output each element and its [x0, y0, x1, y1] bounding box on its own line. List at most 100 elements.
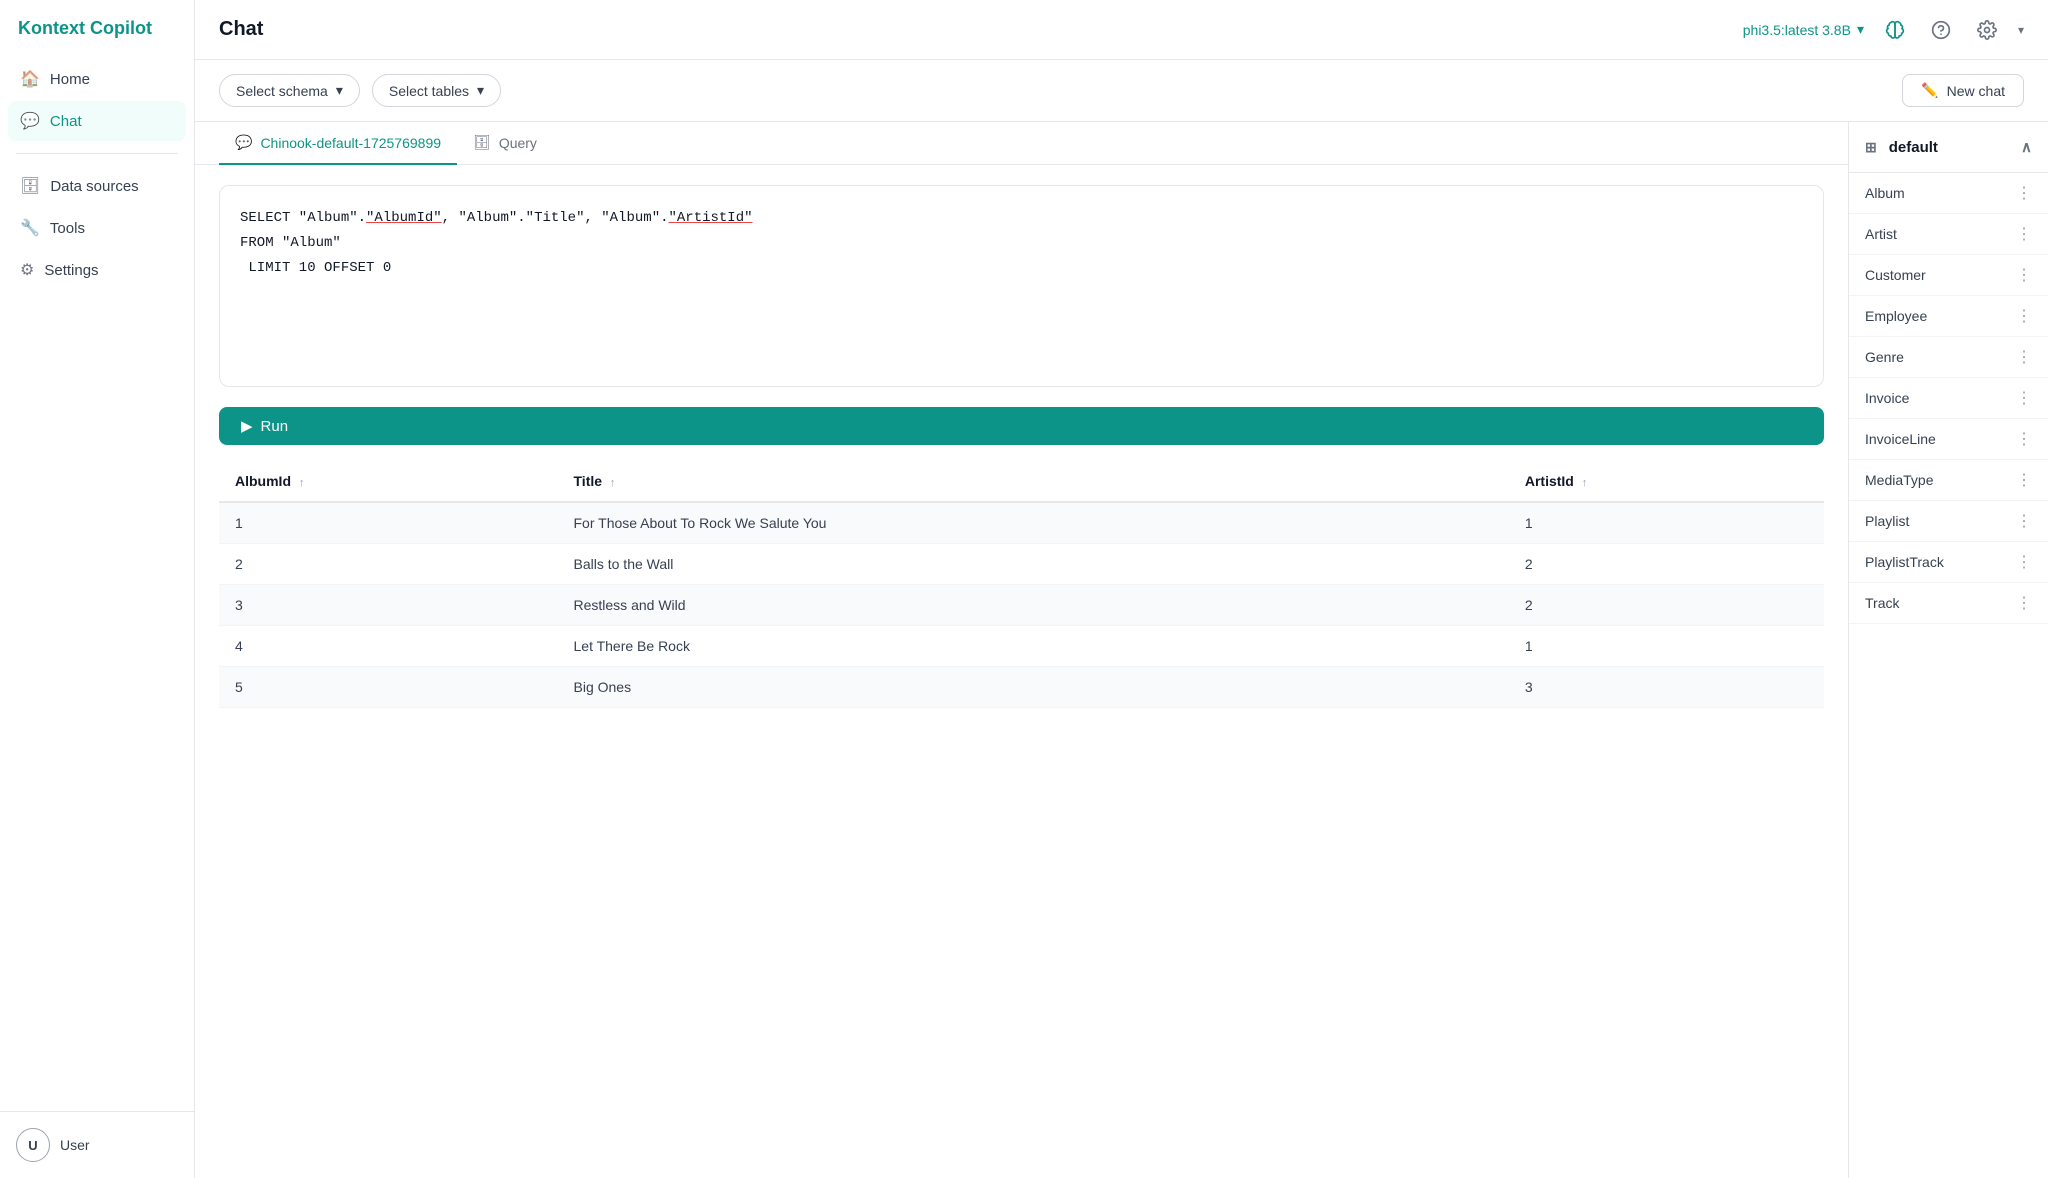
tables-list: Album⋮Artist⋮Customer⋮Employee⋮Genre⋮Inv… [1849, 173, 2048, 1178]
col-title[interactable]: Title ↑ [558, 461, 1509, 502]
chat-icon: 💬 [20, 111, 40, 131]
sort-title-icon: ↑ [610, 477, 616, 489]
col-artistid[interactable]: ArtistId ↑ [1509, 461, 1824, 502]
table-name: Invoice [1865, 390, 1909, 406]
user-name: User [60, 1137, 90, 1153]
list-item[interactable]: Playlist ⋮ [1849, 501, 2048, 542]
table-name: Playlist [1865, 513, 1909, 529]
table-menu-icon[interactable]: ⋮ [2016, 470, 2032, 490]
table-menu-icon[interactable]: ⋮ [2016, 552, 2032, 572]
new-chat-label: New chat [1947, 83, 2005, 99]
list-item[interactable]: Track ⋮ [1849, 583, 2048, 624]
sidebar-item-tools-label: Tools [50, 220, 85, 237]
new-chat-button[interactable]: ✏️ New chat [1902, 74, 2024, 107]
help-icon[interactable] [1926, 15, 1956, 45]
right-panel-header: ⊞ default ∧ [1849, 122, 2048, 173]
table-name: Track [1865, 595, 1899, 611]
col-albumid[interactable]: AlbumId ↑ [219, 461, 558, 502]
list-item[interactable]: Artist ⋮ [1849, 214, 2048, 255]
logo-accent: Copilot [90, 18, 152, 38]
table-menu-icon[interactable]: ⋮ [2016, 388, 2032, 408]
select-schema-button[interactable]: Select schema ▾ [219, 74, 360, 107]
run-play-icon: ▶ [241, 417, 253, 435]
chat-tab-icon: 💬 [235, 134, 252, 151]
table-row: 5Big Ones3 [219, 667, 1824, 708]
list-item[interactable]: Genre⋮ [1849, 337, 2048, 378]
table-menu-icon[interactable]: ⋮ [2016, 429, 2032, 449]
sidebar-item-settings-label: Settings [44, 262, 98, 279]
avatar: U [16, 1128, 50, 1162]
table-name: Artist [1865, 226, 1897, 242]
query-container: SELECT "Album"."AlbumId", "Album"."Title… [219, 185, 1824, 387]
tab-query[interactable]: 🗄 Query [457, 122, 553, 165]
list-item[interactable]: MediaType⋮ [1849, 460, 2048, 501]
sidebar-nav: 🏠 Home 💬 Chat 🗄 Data sources 🔧 Tools ⚙ S… [0, 59, 194, 1111]
sidebar-item-chat[interactable]: 💬 Chat [8, 101, 186, 141]
tools-icon: 🔧 [20, 218, 40, 238]
list-item[interactable]: PlaylistTrack ⋮ [1849, 542, 2048, 583]
collapse-icon[interactable]: ∧ [2021, 138, 2032, 156]
schema-name: default [1889, 139, 1938, 156]
list-item[interactable]: Employee ⋮ [1849, 296, 2048, 337]
center-panel: 💬 Chinook-default-1725769899 🗄 Query SEL… [195, 122, 1848, 1178]
sidebar-item-datasources-label: Data sources [50, 178, 138, 195]
page-title: Chat [219, 18, 263, 41]
main: Chat phi3.5:latest 3.8B ▾ [195, 0, 2048, 1178]
table-name: Employee [1865, 308, 1927, 324]
topbar: Chat phi3.5:latest 3.8B ▾ [195, 0, 2048, 60]
sidebar-item-home[interactable]: 🏠 Home [8, 59, 186, 99]
results-table: AlbumId ↑ Title ↑ ArtistId ↑ [219, 461, 1824, 708]
list-item[interactable]: InvoiceLine ⋮ [1849, 419, 2048, 460]
select-tables-button[interactable]: Select tables ▾ [372, 74, 501, 107]
table-menu-icon[interactable]: ⋮ [2016, 593, 2032, 613]
sidebar-item-chat-label: Chat [50, 113, 82, 130]
toolbar: Select schema ▾ Select tables ▾ ✏️ New c… [195, 60, 2048, 122]
model-label: phi3.5:latest 3.8B [1743, 22, 1851, 38]
sidebar-item-home-label: Home [50, 71, 90, 88]
schema-grid-icon: ⊞ [1865, 139, 1877, 156]
query-tab-icon: 🗄 [473, 134, 491, 151]
run-label: Run [261, 418, 289, 435]
model-chevron-icon: ▾ [1857, 21, 1864, 38]
results-container[interactable]: AlbumId ↑ Title ↑ ArtistId ↑ [219, 461, 1824, 1154]
sidebar-item-data-sources[interactable]: 🗄 Data sources [8, 166, 186, 206]
table-menu-icon[interactable]: ⋮ [2016, 183, 2032, 203]
gear-icon[interactable] [1972, 15, 2002, 45]
new-chat-icon: ✏️ [1921, 82, 1938, 99]
schema-chevron-icon: ▾ [336, 82, 343, 99]
sidebar: Kontext Copilot 🏠 Home 💬 Chat 🗄 Data sou… [0, 0, 195, 1178]
table-name: Album [1865, 185, 1905, 201]
topbar-icons: ▾ [1880, 15, 2024, 45]
table-menu-icon[interactable]: ⋮ [2016, 306, 2032, 326]
tab-query-label: Query [499, 135, 537, 151]
list-item[interactable]: Customer ⋮ [1849, 255, 2048, 296]
table-name: InvoiceLine [1865, 431, 1936, 447]
sort-artistid-icon: ↑ [1582, 477, 1588, 489]
tabs: 💬 Chinook-default-1725769899 🗄 Query [195, 122, 1848, 165]
sidebar-item-settings[interactable]: ⚙ Settings [8, 250, 186, 290]
table-menu-icon[interactable]: ⋮ [2016, 347, 2032, 367]
tables-chevron-icon: ▾ [477, 82, 484, 99]
run-button[interactable]: ▶ Run [219, 407, 1824, 445]
app-logo: Kontext Copilot [0, 0, 194, 59]
sidebar-divider [16, 153, 178, 154]
table-name: PlaylistTrack [1865, 554, 1944, 570]
table-row: 1For Those About To Rock We Salute You1 [219, 502, 1824, 544]
select-schema-label: Select schema [236, 83, 328, 99]
sort-albumid-icon: ↑ [299, 477, 305, 489]
list-item[interactable]: Invoice ⋮ [1849, 378, 2048, 419]
list-item[interactable]: Album ⋮ [1849, 173, 2048, 214]
sql-editor[interactable]: SELECT "Album"."AlbumId", "Album"."Title… [220, 186, 1823, 386]
model-selector[interactable]: phi3.5:latest 3.8B ▾ [1743, 21, 1864, 38]
table-row: 3Restless and Wild2 [219, 585, 1824, 626]
table-name: Customer [1865, 267, 1926, 283]
logo-plain: Kontext [18, 18, 85, 38]
table-menu-icon[interactable]: ⋮ [2016, 511, 2032, 531]
table-row: 2Balls to the Wall2 [219, 544, 1824, 585]
table-menu-icon[interactable]: ⋮ [2016, 265, 2032, 285]
tab-chat[interactable]: 💬 Chinook-default-1725769899 [219, 122, 457, 165]
brain-icon[interactable] [1880, 15, 1910, 45]
table-menu-icon[interactable]: ⋮ [2016, 224, 2032, 244]
sidebar-item-tools[interactable]: 🔧 Tools [8, 208, 186, 248]
settings-icon: ⚙ [20, 260, 34, 280]
